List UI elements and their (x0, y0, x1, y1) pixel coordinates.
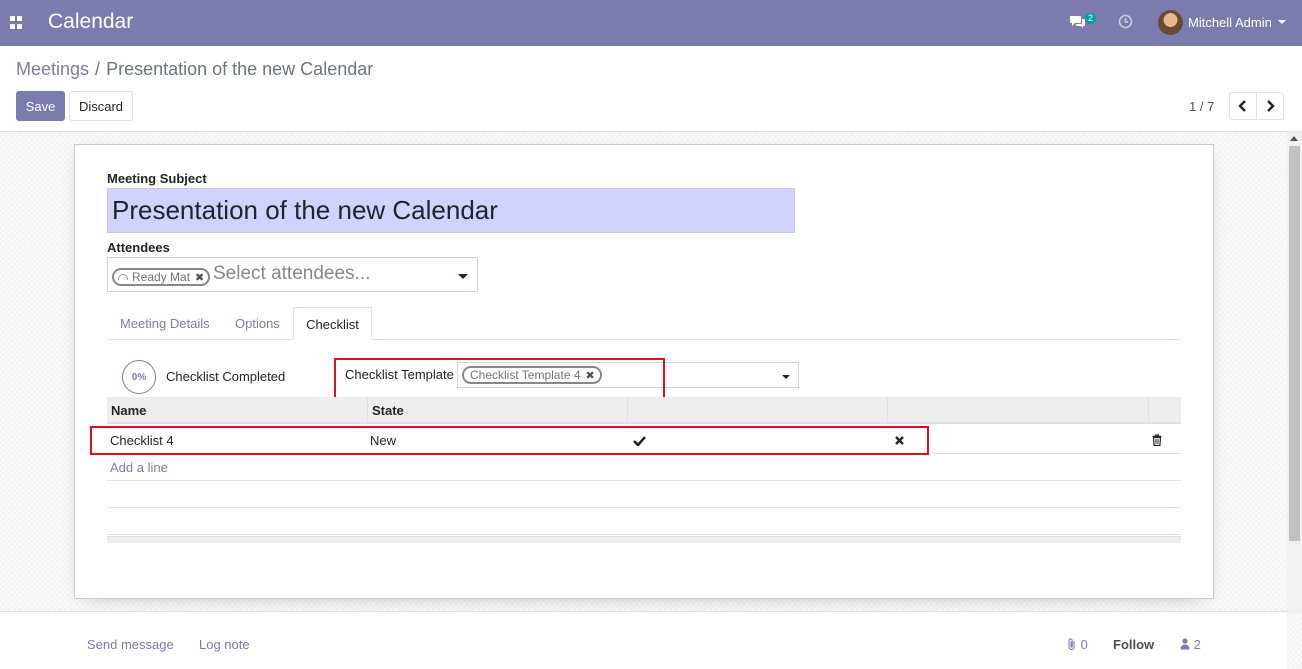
breadcrumb-meetings-link[interactable]: Meetings (16, 59, 89, 79)
user-avatar[interactable] (1158, 10, 1183, 35)
tab-checklist[interactable]: Checklist (293, 307, 372, 340)
checklist-progress-indicator: 0% (122, 360, 156, 394)
clock-icon[interactable] (1118, 14, 1133, 29)
checklist-table-header: Name State (107, 397, 1181, 424)
template-highlight-box (334, 358, 665, 399)
follow-button[interactable]: Follow (1113, 637, 1154, 652)
template-dropdown-caret-icon[interactable] (782, 375, 790, 379)
paperclip-icon (1068, 638, 1075, 651)
pager-value[interactable]: 1 / 7 (1189, 99, 1214, 114)
user-icon (1180, 638, 1190, 650)
attendee-tag-label: Ready Mat (132, 270, 191, 284)
column-header-name[interactable]: Name (107, 397, 368, 422)
table-row-empty (107, 454, 1181, 481)
chat-bubbles-icon[interactable] (1070, 15, 1086, 29)
messages-count-badge: 2 (1085, 13, 1097, 24)
chevron-left-icon (1238, 100, 1246, 112)
attendee-tag[interactable]: Ready Mat ✖ (112, 268, 211, 286)
column-header-done (628, 397, 888, 422)
row-highlight-box (90, 426, 929, 455)
tag-status-dot (118, 274, 128, 280)
chatter-panel (0, 611, 1287, 669)
top-navbar: Calendar 2 Mitchell Admin (0, 0, 1302, 46)
attendees-search-input[interactable]: Select attendees... (213, 263, 370, 285)
app-title[interactable]: Calendar (48, 10, 133, 34)
attachments-button[interactable]: 0 (1067, 637, 1088, 652)
checklist-table-footer (107, 536, 1181, 543)
followers-count: 2 (1193, 637, 1201, 652)
apps-grid-icon[interactable] (10, 16, 23, 29)
pager-next-button[interactable] (1256, 92, 1284, 120)
tab-meeting-details[interactable]: Meeting Details (120, 316, 210, 331)
checklist-completed-label: Checklist Completed (166, 369, 286, 384)
column-header-cancel (888, 397, 1149, 422)
meeting-subject-label: Meeting Subject (107, 171, 207, 186)
attachments-count: 0 (1080, 637, 1088, 652)
pager-previous-button[interactable] (1229, 92, 1257, 120)
save-button[interactable]: Save (16, 91, 65, 121)
scrollbar-thumb[interactable] (1289, 146, 1300, 541)
chevron-right-icon (1267, 100, 1275, 112)
trash-icon[interactable] (1152, 434, 1162, 446)
table-row-empty (107, 508, 1181, 535)
followers-button[interactable]: 2 (1180, 637, 1201, 652)
attendees-dropdown-caret-icon[interactable] (458, 274, 468, 279)
meeting-subject-input[interactable]: Presentation of the new Calendar (107, 188, 795, 233)
tabs-underline (107, 339, 1181, 340)
column-header-state[interactable]: State (368, 397, 628, 422)
breadcrumb-current: Presentation of the new Calendar (106, 59, 374, 79)
chevron-down-icon[interactable] (1278, 20, 1286, 24)
scroll-up-arrow-icon[interactable] (1290, 136, 1298, 141)
tab-options[interactable]: Options (235, 316, 280, 331)
attendees-label: Attendees (107, 240, 170, 255)
discard-button[interactable]: Discard (69, 91, 133, 121)
table-row-empty (107, 481, 1181, 508)
user-name[interactable]: Mitchell Admin (1188, 15, 1272, 30)
remove-tag-icon[interactable]: ✖ (195, 271, 204, 284)
breadcrumb-separator: / (95, 59, 101, 79)
breadcrumb: Meetings / Presentation of the new Calenda… (16, 59, 373, 80)
log-note-button[interactable]: Log note (199, 637, 250, 652)
send-message-button[interactable]: Send message (87, 637, 174, 652)
